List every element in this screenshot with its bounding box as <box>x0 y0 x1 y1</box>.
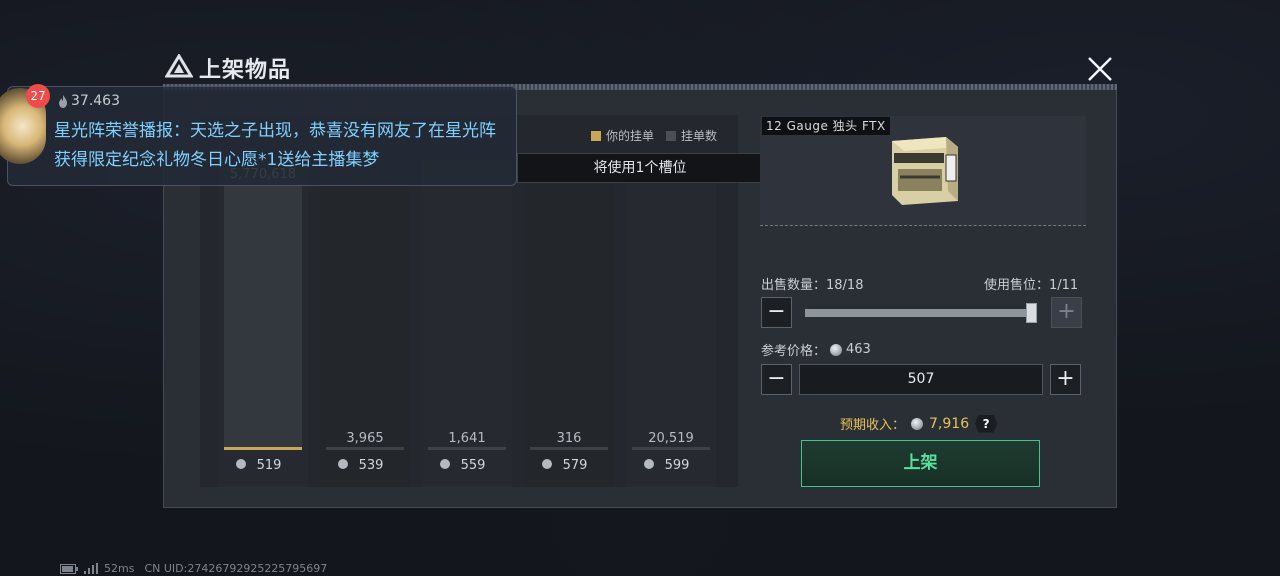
expected-income: 预期收入： 7,916 ? <box>840 414 998 433</box>
quantity-slider-track[interactable] <box>805 309 1033 317</box>
legend-label-count: 挂单数 <box>681 129 718 143</box>
coin-icon <box>830 343 843 356</box>
legend-label-mine: 你的挂单 <box>606 129 655 143</box>
item-name-tag: 12 Gauge 独头 FTX <box>762 117 890 135</box>
chart-bar-mine-marker <box>224 447 302 450</box>
coin-icon <box>236 459 246 469</box>
heat-value: 37.463 <box>71 93 120 109</box>
chart-category-label: 519 <box>257 458 282 473</box>
flame-icon <box>59 94 67 108</box>
income-value: 7,916 <box>929 415 970 432</box>
chart-category-label: 579 <box>563 458 588 473</box>
coin-icon <box>911 417 924 430</box>
chart-value-label: 3,965 <box>346 431 383 446</box>
reference-price: 参考价格： 463 <box>761 340 871 359</box>
coin-icon <box>644 459 654 469</box>
quantity-minus-button[interactable]: − <box>761 297 792 328</box>
legend-swatch-mine <box>591 130 601 141</box>
ping-value: 52ms <box>104 562 135 575</box>
chart-category-label: 559 <box>461 458 486 473</box>
dialog-header: 上架物品 <box>163 46 1117 86</box>
help-icon[interactable]: ? <box>975 414 998 433</box>
chart-bar-base <box>326 447 404 450</box>
price-plus-button[interactable]: + <box>1050 364 1081 395</box>
battery-icon <box>60 563 78 574</box>
income-label: 预期收入： <box>840 418 906 433</box>
legend-item-count: 挂单数 <box>666 127 717 144</box>
quantity-slider-handle[interactable] <box>1026 303 1037 323</box>
legend-swatch-count <box>666 130 677 141</box>
notification-text: 星光阵荣誉播报：天选之子出现，恭喜没有网友了在星光阵获得限定纪念礼物冬日心愿*1… <box>54 121 496 170</box>
chart-category-label: 599 <box>665 458 690 473</box>
notification-badge: 27 <box>26 84 50 108</box>
chart-value-label: 1,641 <box>448 431 485 446</box>
signal-icon <box>84 563 98 574</box>
price-minus-button[interactable]: − <box>761 364 792 395</box>
coin-icon <box>440 459 450 469</box>
coin-icon <box>542 459 552 469</box>
close-button[interactable] <box>1085 54 1115 84</box>
chart-bar-base <box>428 447 506 450</box>
ammo-box-icon <box>892 137 958 205</box>
legend-item-mine: 你的挂单 <box>591 127 654 144</box>
price-distribution-chart: 5,770,6185193,9655391,64155931657920,519… <box>218 160 716 487</box>
price-input[interactable]: 507 <box>799 364 1043 395</box>
quantity-plus-button[interactable]: + <box>1051 297 1082 328</box>
chart-bar-base <box>632 447 710 450</box>
uid-text: CN UID:274267929252257956​97 <box>144 562 328 575</box>
slot-notice: 将使用1个槽位 <box>517 153 763 183</box>
dialog-title: 上架物品 <box>199 58 292 83</box>
chart-bar-base <box>530 447 608 450</box>
reference-price-value: 463 <box>846 342 871 357</box>
close-icon <box>1088 57 1112 81</box>
chart-legend: 你的挂单 挂单数 <box>591 127 717 144</box>
reference-price-label: 参考价格： <box>761 344 827 359</box>
coin-icon <box>338 459 348 469</box>
chart-category-label: 539 <box>359 458 384 473</box>
list-item-button[interactable]: 上架 <box>801 440 1040 487</box>
chart-value-label: 20,519 <box>648 431 694 446</box>
delta-logo-icon <box>165 54 193 78</box>
quantity-label: 出售数量：18/18 <box>761 278 864 293</box>
slot-usage-label: 使用售位：1/11 <box>984 278 1079 293</box>
chart-value-label: 316 <box>557 431 582 446</box>
chart-bar <box>224 175 302 450</box>
status-icons: 52ms <box>60 562 134 575</box>
heat-counter: 37.463 <box>58 93 120 109</box>
status-bar: 52ms CN UID:274267929252257956​97 <box>60 562 327 575</box>
